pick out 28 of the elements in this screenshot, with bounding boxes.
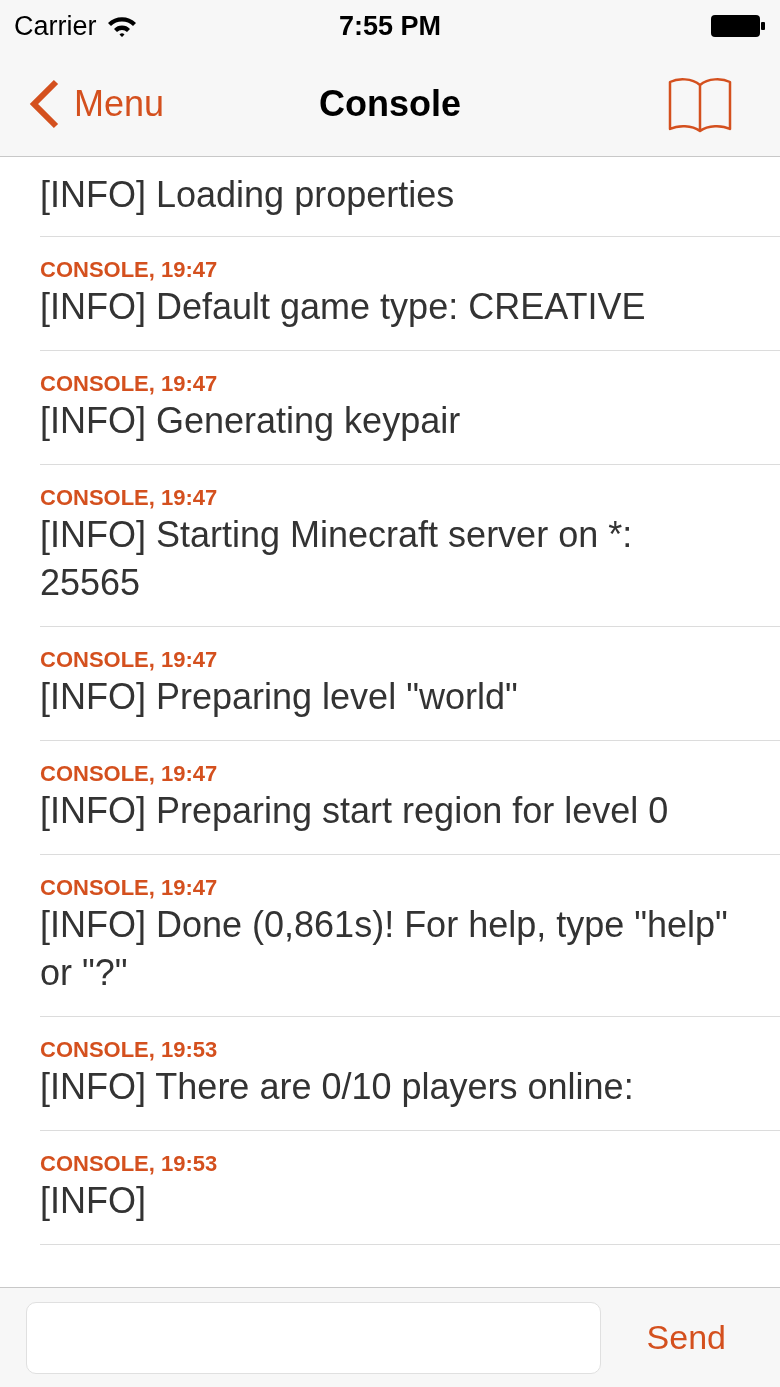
clock-time: 7:55 PM — [338, 10, 441, 42]
battery-icon — [710, 14, 766, 38]
log-timestamp: CONSOLE, 19:47 — [40, 647, 218, 673]
log-message: [INFO] There are 0/10 players online: — [40, 1065, 635, 1109]
log-message: [INFO] Starting Minecraft server on *: 25565 — [40, 513, 634, 605]
log-message: [INFO] Preparing start region for level 0 — [40, 789, 670, 833]
log-timestamp: CONSOLE, 19:47 — [40, 371, 218, 397]
log-timestamp: CONSOLE, 19:47 — [40, 875, 218, 901]
log-timestamp: CONSOLE, 19:47 — [40, 761, 218, 787]
book-icon — [668, 75, 732, 133]
log-message: [INFO] — [40, 1179, 147, 1223]
log-timestamp: CONSOLE, 19:53 — [40, 1151, 218, 1177]
book-button[interactable] — [668, 75, 732, 133]
log-timestamp: CONSOLE, 19:53 — [40, 1037, 218, 1063]
send-button[interactable]: Send — [630, 1318, 754, 1357]
log-message: [INFO] Loading properties — [40, 173, 456, 217]
screen-title: Console — [319, 83, 461, 125]
log-message: [INFO] Generating keypair — [40, 399, 462, 443]
back-button[interactable]: Menu — [28, 79, 165, 129]
log-timestamp: CONSOLE, 19:47 — [40, 485, 218, 511]
log-message: [INFO] Done (0,861s)! For help, type "help" or "?" — [40, 903, 729, 995]
command-input-field[interactable] — [26, 1301, 601, 1374]
log-message: [INFO] Default game type: CREATIVE — [40, 285, 647, 329]
carrier-name: Carrier — [14, 10, 97, 42]
log-message: [INFO] Preparing level "world" — [40, 675, 519, 719]
chevron-left-icon — [28, 79, 60, 129]
wifi-icon — [106, 15, 137, 37]
log-timestamp: CONSOLE, 19:47 — [40, 257, 218, 283]
